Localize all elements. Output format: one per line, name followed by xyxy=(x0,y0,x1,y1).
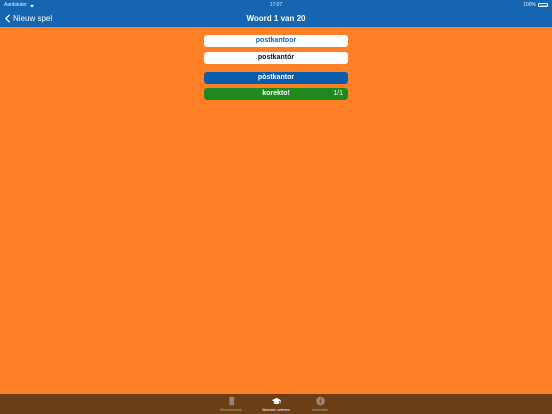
result-banner: korekto! 1/1 xyxy=(204,88,348,100)
clock: 17:07 xyxy=(269,2,283,8)
navigation-bar: Nieuw spel Woord 1 van 20 xyxy=(0,10,552,27)
tab-information[interactable]: Informatie xyxy=(300,396,340,413)
answer-field[interactable]: postkantór xyxy=(204,52,348,64)
source-word: postkantoor xyxy=(204,35,348,47)
tab-dictionary[interactable]: Woordenboek xyxy=(211,396,251,413)
tab-dictionary-label: Woordenboek xyxy=(220,408,242,412)
score-count: 1/1 xyxy=(333,90,343,97)
graduation-cap-icon xyxy=(271,397,281,405)
tab-practice-words[interactable]: Woorden oefenen xyxy=(256,396,296,413)
battery-indicator: 100% xyxy=(523,2,548,8)
battery-icon xyxy=(538,3,548,7)
tab-bar: Woordenboek Woorden oefenen Informatie xyxy=(0,394,552,414)
answer-option-button[interactable]: pòstkantor xyxy=(204,72,348,84)
battery-percentage: 100% xyxy=(523,2,536,8)
book-icon xyxy=(228,396,234,406)
status-bar: Aanbieder 17:07 100% xyxy=(0,0,552,10)
page-title: Woord 1 van 20 xyxy=(246,14,306,23)
tab-practice-words-label: Woorden oefenen xyxy=(262,408,290,412)
tab-information-label: Informatie xyxy=(312,408,328,412)
result-label: korekto! xyxy=(262,90,290,97)
info-icon xyxy=(315,396,325,406)
